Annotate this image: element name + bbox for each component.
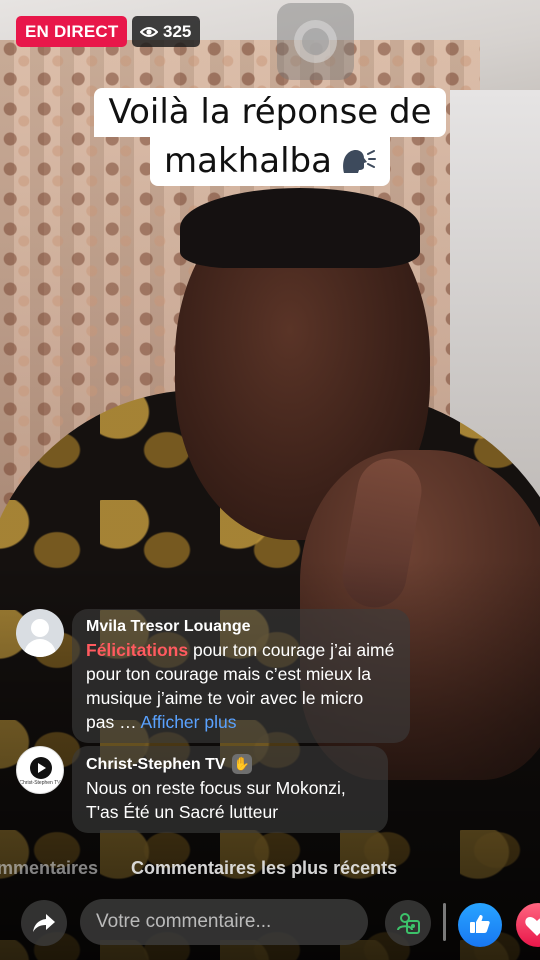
screen-record-button[interactable] — [277, 3, 354, 80]
stream-caption: Voilà la réponse de makhalba — [0, 88, 540, 186]
comment-text: Félicitations pour ton courage j’ai aimé… — [86, 638, 396, 734]
caption-line-1: Voilà la réponse de — [94, 88, 446, 137]
live-badge: EN DIRECT — [16, 16, 128, 47]
guest-request-icon — [397, 913, 420, 934]
comment-filter-tabs: mmentaires Commentaires les plus récents — [0, 856, 540, 880]
comment-item[interactable]: Mvila Tresor Louange Félicitations pour … — [16, 609, 410, 743]
comment-bubble[interactable]: Christ-Stephen TV ✋ Nous on reste focus … — [72, 746, 388, 833]
default-avatar-icon[interactable] — [16, 609, 64, 657]
reactions-divider — [443, 903, 446, 941]
comment-author-row: Christ-Stephen TV ✋ — [86, 754, 374, 774]
thumbs-up-icon — [470, 915, 490, 933]
christ-stephen-tv-logo[interactable]: Christ-Stephen TV — [16, 746, 64, 794]
waving-hand-icon: ✋ — [231, 754, 252, 774]
like-reaction-button[interactable] — [458, 903, 502, 947]
heart-icon — [525, 917, 540, 936]
share-button[interactable] — [21, 900, 67, 946]
avatar-head — [31, 619, 49, 637]
caption-line-2-wrap: makhalba — [150, 137, 390, 186]
play-logo-icon — [30, 757, 52, 779]
eye-icon — [140, 26, 158, 37]
viewer-count: 325 — [163, 22, 192, 41]
comment-item[interactable]: Christ-Stephen TV Christ-Stephen TV ✋ No… — [16, 746, 388, 833]
comment-author[interactable]: Christ-Stephen TV — [86, 755, 226, 774]
tab-comments-previous[interactable]: mmentaires — [0, 856, 98, 880]
comment-bubble[interactable]: Mvila Tresor Louange Félicitations pour … — [72, 609, 410, 743]
record-core-icon — [302, 28, 329, 55]
avatar-body — [24, 639, 56, 657]
avatar-logo-text: Christ-Stephen TV — [19, 780, 61, 786]
tab-most-recent-comments[interactable]: Commentaires les plus récents — [131, 856, 397, 880]
invite-guest-button[interactable] — [385, 900, 431, 946]
viewer-count-badge: 325 — [132, 16, 201, 47]
comment-text: Nous on reste focus sur Mokonzi, T'as Ét… — [86, 778, 346, 822]
caption-line-2: makhalba — [164, 141, 332, 181]
comment-highlight-word[interactable]: Félicitations — [86, 640, 188, 660]
comment-author[interactable]: Mvila Tresor Louange — [86, 617, 396, 636]
comment-input[interactable] — [80, 899, 368, 945]
see-more-link[interactable]: Afficher plus — [140, 712, 236, 732]
share-arrow-icon — [33, 914, 55, 932]
video-streamer-hair — [180, 188, 420, 268]
speaking-head-icon — [343, 149, 376, 173]
